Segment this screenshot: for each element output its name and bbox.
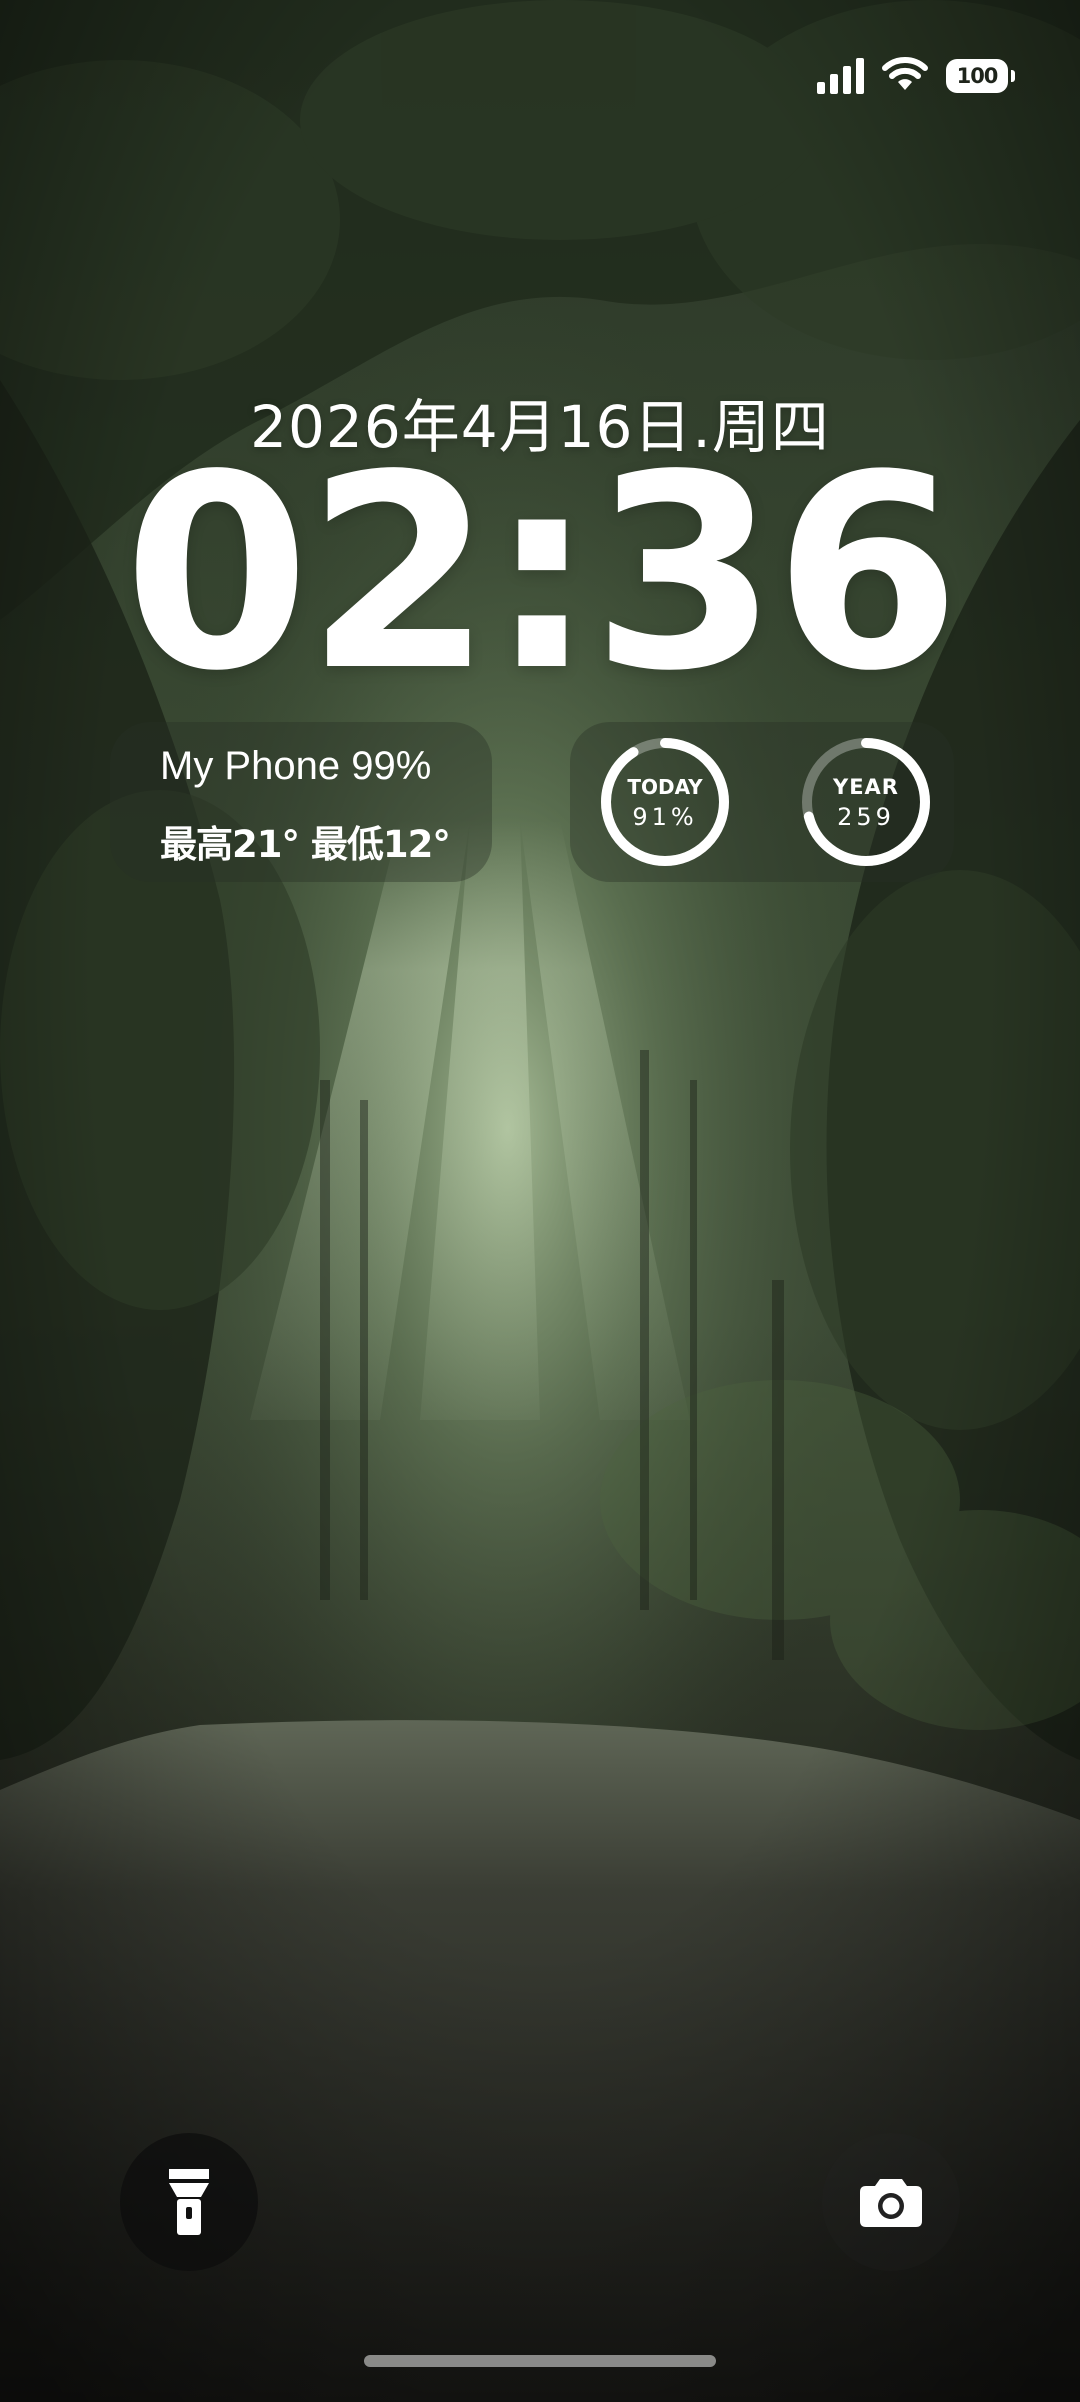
today-ring-label: TODAY — [627, 775, 703, 799]
lock-screen-clock: 02:36 — [123, 418, 960, 730]
flashlight-icon — [169, 2169, 209, 2235]
today-ring-value: 91% — [632, 803, 698, 831]
flashlight-button[interactable] — [120, 2133, 258, 2271]
device-battery-text: My Phone 99% — [160, 744, 432, 788]
progress-rings-widget[interactable]: TODAY 91% YEAR 259 — [570, 722, 954, 882]
today-progress-ring: TODAY 91% — [598, 735, 732, 869]
today-ring-fill — [601, 738, 729, 866]
cellular-signal-icon — [817, 58, 864, 94]
wifi-icon — [882, 56, 928, 96]
year-ring-label: YEAR — [833, 775, 899, 799]
home-indicator[interactable] — [364, 2355, 716, 2367]
year-ring-value: 259 — [837, 803, 895, 831]
weather-range-text: 最高21° 最低12° — [160, 823, 451, 866]
battery-weather-widget[interactable]: My Phone 99% 最高21° 最低12° — [110, 722, 492, 882]
status-bar: 100 — [817, 54, 1015, 98]
camera-icon — [860, 2179, 922, 2227]
battery-icon: 100 — [946, 59, 1015, 93]
year-progress-ring: YEAR 259 — [799, 735, 933, 869]
wallpaper — [0, 0, 1080, 2402]
camera-button[interactable] — [822, 2133, 960, 2271]
